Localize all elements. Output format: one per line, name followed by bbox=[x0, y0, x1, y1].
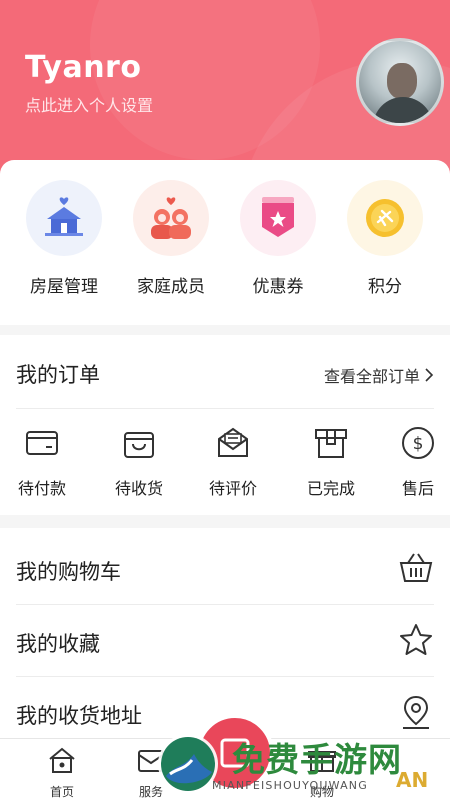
gift-icon bbox=[308, 751, 336, 772]
order-pending-payment[interactable]: 待付款 bbox=[0, 425, 84, 499]
order-completed[interactable]: 已完成 bbox=[289, 425, 373, 499]
menu-item-label: 我的收货地址 bbox=[16, 704, 142, 728]
family-icon bbox=[133, 180, 209, 256]
quick-link-label: 优惠券 bbox=[252, 277, 304, 297]
view-all-orders-label: 查看全部订单 bbox=[323, 367, 420, 386]
house-icon bbox=[26, 180, 102, 256]
wallet-icon bbox=[26, 431, 58, 455]
chevron-right-icon bbox=[425, 368, 434, 382]
basket-icon bbox=[399, 553, 433, 582]
tab-label: 首页 bbox=[49, 785, 74, 799]
location-pin-icon bbox=[403, 695, 429, 729]
order-status-label: 已完成 bbox=[306, 479, 355, 498]
tab-service[interactable]: 服务 bbox=[116, 745, 186, 800]
order-after-sales[interactable]: $ 售后 bbox=[376, 425, 450, 499]
quick-links-card: 房屋管理 家庭成员 优惠券 积分 bbox=[0, 160, 450, 325]
quick-link-coupon[interactable]: 优惠券 bbox=[228, 180, 328, 297]
coupon-icon bbox=[240, 180, 316, 256]
home-icon bbox=[49, 747, 75, 773]
order-status-label: 售后 bbox=[401, 479, 434, 498]
quick-link-house[interactable]: 房屋管理 bbox=[14, 180, 114, 297]
review-envelope-icon bbox=[218, 427, 248, 457]
box-icon bbox=[315, 429, 347, 458]
order-pending-receipt[interactable]: 待收货 bbox=[97, 425, 181, 499]
order-pending-review[interactable]: 待评价 bbox=[191, 425, 275, 499]
view-all-orders-link[interactable]: 查看全部订单 bbox=[324, 363, 434, 387]
avatar-body bbox=[373, 97, 433, 123]
username: Tyanro bbox=[25, 50, 142, 85]
avatar[interactable] bbox=[356, 38, 444, 126]
menu-item-cart[interactable]: 我的购物车 bbox=[0, 532, 450, 604]
orders-title: 我的订单 bbox=[16, 363, 100, 387]
order-status-label: 待收货 bbox=[114, 479, 163, 498]
center-action-button[interactable] bbox=[196, 714, 274, 792]
star-icon bbox=[400, 624, 432, 655]
tab-shopping[interactable]: 购物 bbox=[287, 745, 357, 800]
tab-label: 购物 bbox=[309, 785, 334, 799]
profile-header[interactable]: Tyanro 点此进入个人设置 bbox=[0, 0, 450, 175]
quick-link-family[interactable]: 家庭成员 bbox=[121, 180, 221, 297]
divider bbox=[16, 408, 434, 409]
order-status-label: 待付款 bbox=[17, 479, 66, 498]
menu-item-favorites[interactable]: 我的收藏 bbox=[0, 604, 450, 676]
service-icon bbox=[138, 750, 164, 772]
dollar-icon: $ bbox=[402, 427, 434, 459]
quick-link-points[interactable]: 积分 bbox=[335, 180, 435, 297]
menu-list: 我的购物车 我的收藏 我的收货地址 bbox=[0, 528, 450, 738]
svg-text:$: $ bbox=[413, 434, 424, 454]
quick-link-label: 积分 bbox=[368, 277, 402, 297]
tab-label: 服务 bbox=[138, 785, 163, 799]
points-icon bbox=[347, 180, 423, 256]
tab-home[interactable]: 首页 bbox=[27, 745, 97, 800]
order-status-label: 待评价 bbox=[208, 479, 257, 498]
menu-item-label: 我的购物车 bbox=[16, 560, 121, 584]
scan-icon bbox=[220, 738, 250, 768]
menu-item-label: 我的收藏 bbox=[16, 632, 100, 656]
quick-link-label: 家庭成员 bbox=[137, 277, 205, 297]
avatar-face bbox=[387, 63, 417, 99]
quick-link-label: 房屋管理 bbox=[30, 277, 98, 297]
profile-settings-hint[interactable]: 点此进入个人设置 bbox=[25, 92, 153, 116]
orders-card: 我的订单 查看全部订单 待付款 待收货 待评价 已完成 $ 售后 bbox=[0, 335, 450, 515]
bag-icon bbox=[124, 432, 154, 458]
